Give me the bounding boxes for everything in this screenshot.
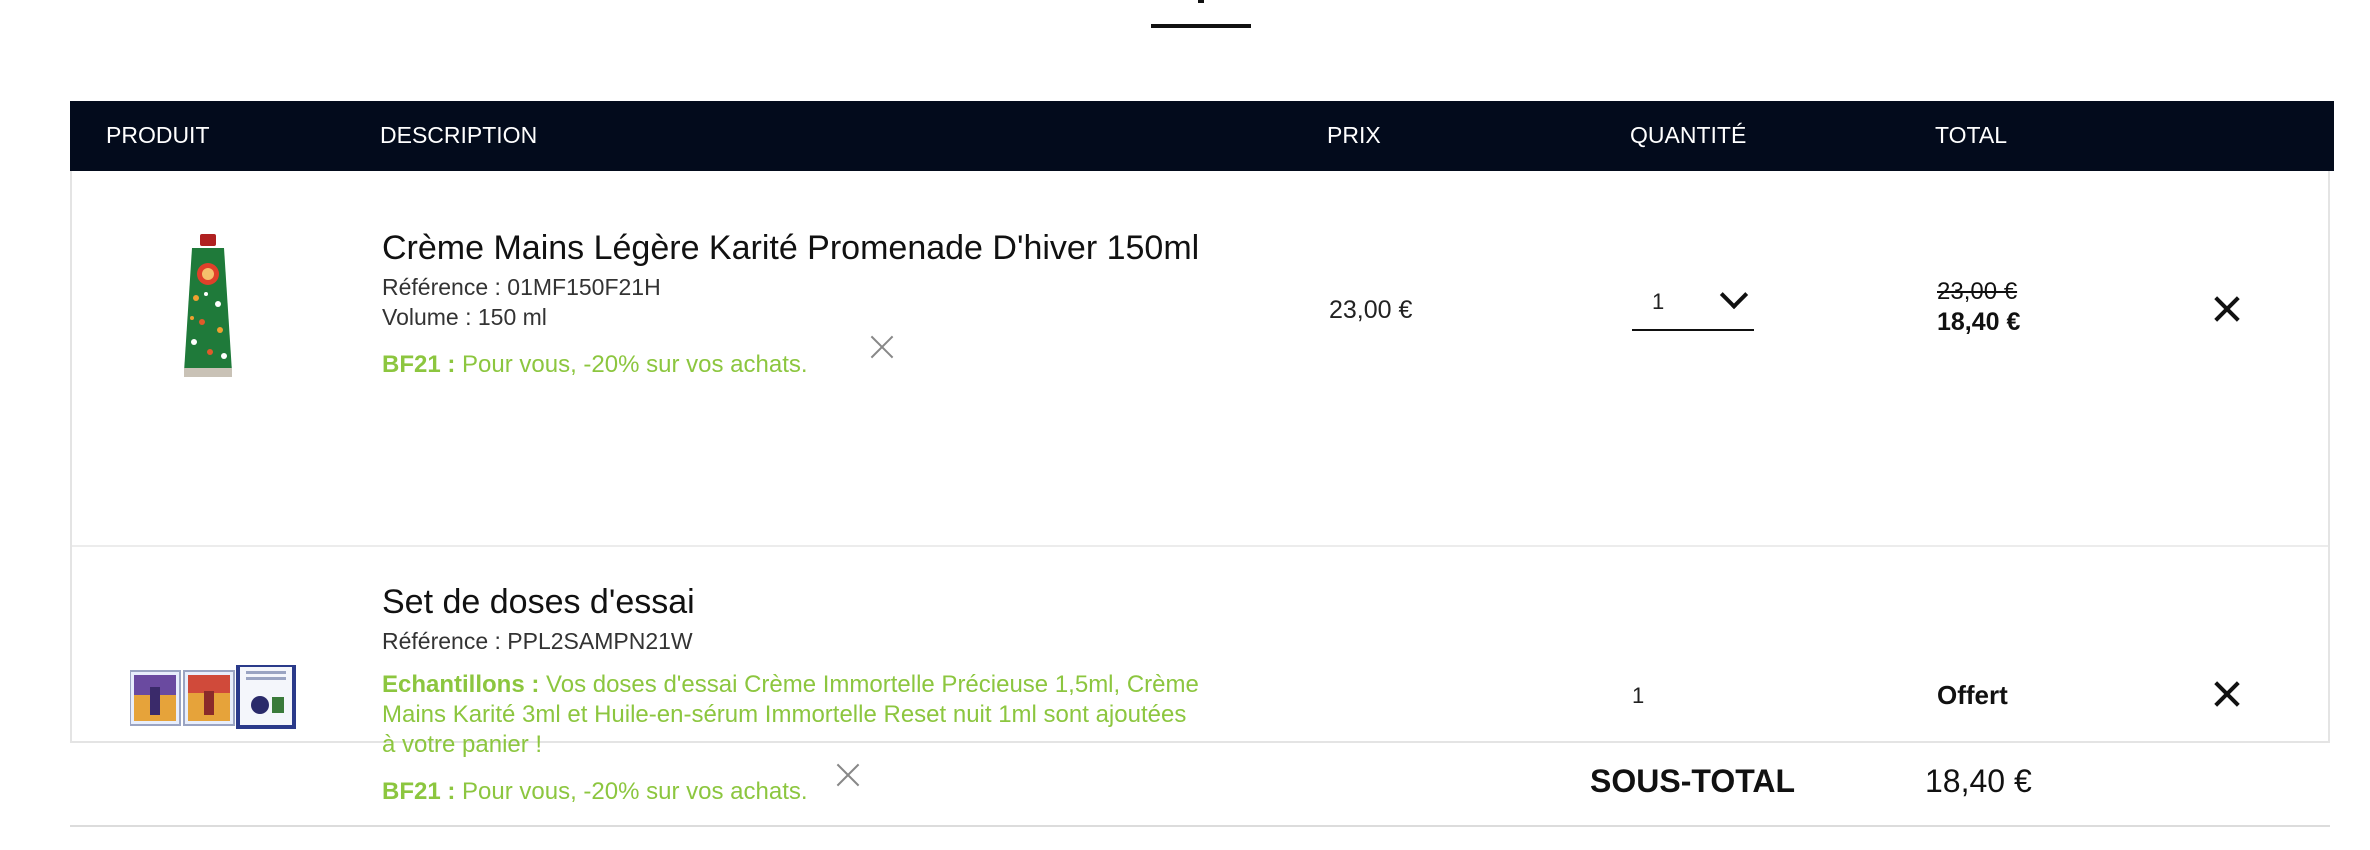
quantity-select[interactable]: 1 bbox=[1632, 280, 1754, 331]
product-reference: Référence : 01MF150F21H bbox=[382, 274, 661, 300]
total-free-label: Offert bbox=[1937, 680, 2008, 710]
samples-text-line2: Mains Karité 3ml et Huile-en-sérum Immor… bbox=[382, 701, 1187, 728]
header-quantity: QUANTITÉ bbox=[1630, 122, 1747, 148]
remove-promo-icon[interactable] bbox=[835, 762, 861, 788]
product-reference: Référence : PPL2SAMPN21W bbox=[382, 628, 693, 654]
cart-table: PRODUIT DESCRIPTION PRIX QUANTITÉ TOTAL bbox=[70, 101, 2334, 805]
header-price: PRIX bbox=[1327, 122, 1381, 148]
table-row: Crème Mains Légère Karité Promenade D'hi… bbox=[72, 171, 2328, 547]
product-title[interactable]: Set de doses d'essai bbox=[382, 583, 695, 622]
chevron-down-icon[interactable] bbox=[1719, 280, 1749, 310]
quantity-value: 1 bbox=[1652, 289, 1665, 314]
divider bbox=[70, 825, 2330, 827]
samples-line: Echantillons : Vos doses d'essai Crème I… bbox=[382, 671, 1199, 699]
subtotal-value: 18,40 € bbox=[1925, 763, 2032, 799]
samples-text-line1: Vos doses d'essai Crème Immortelle Préci… bbox=[546, 671, 1199, 698]
remove-item-icon[interactable] bbox=[2212, 294, 2242, 324]
product-title[interactable]: Crème Mains Légère Karité Promenade D'hi… bbox=[382, 229, 1199, 268]
remove-item-icon[interactable] bbox=[2212, 679, 2242, 709]
active-step-underline bbox=[1151, 24, 1251, 28]
unit-price: 23,00 € bbox=[1329, 296, 1413, 324]
samples-text-line3: à votre panier ! bbox=[382, 731, 543, 758]
step-indicator-tick bbox=[1198, 0, 1204, 3]
promo-code: BF21 : bbox=[382, 351, 456, 378]
quantity-value: 1 bbox=[1632, 683, 1645, 708]
sample-set-icon[interactable] bbox=[129, 663, 296, 734]
header-total: TOTAL bbox=[1935, 122, 2007, 148]
header-description: DESCRIPTION bbox=[380, 122, 538, 148]
total-original-price: 23,00 € bbox=[1937, 278, 2018, 305]
total-discounted-price: 18,40 € bbox=[1937, 308, 2021, 336]
header-product: PRODUIT bbox=[106, 122, 210, 148]
remove-promo-icon[interactable] bbox=[869, 334, 895, 360]
promo-text: Pour vous, -20% sur vos achats. bbox=[462, 778, 808, 805]
promo-text: Pour vous, -20% sur vos achats. bbox=[462, 351, 808, 378]
promo-code: BF21 : bbox=[382, 778, 456, 805]
promo-line: BF21 : Pour vous, -20% sur vos achats. bbox=[382, 351, 808, 379]
product-volume: Volume : 150 ml bbox=[382, 304, 547, 330]
promo-line: BF21 : Pour vous, -20% sur vos achats. bbox=[382, 778, 808, 806]
samples-label: Echantillons : bbox=[382, 671, 540, 698]
subtotal-label: SOUS-TOTAL bbox=[1590, 763, 1796, 799]
hand-cream-tube-icon[interactable] bbox=[180, 234, 236, 385]
table-header: PRODUIT DESCRIPTION PRIX QUANTITÉ TOTAL bbox=[70, 101, 2334, 171]
